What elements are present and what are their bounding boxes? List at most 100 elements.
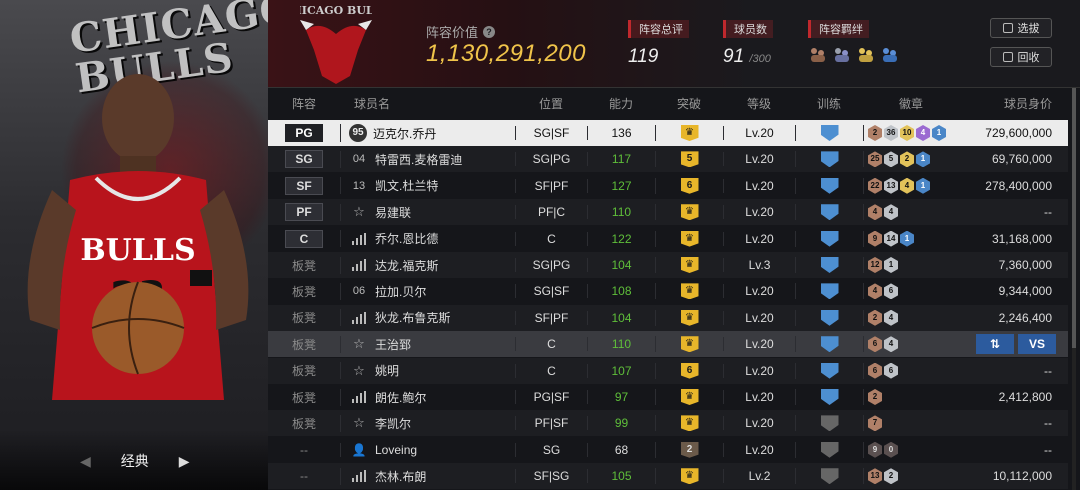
badge-icon: 4 [916,125,930,141]
lineup-screen: CHICAGO BULLS BULLS 23 ◀ 经典 ▶ CHICAGO BU… [0,0,1080,490]
player-level: Lv.20 [723,205,795,220]
bulls-logo-icon: CHICAGO BULLS [300,4,372,84]
stats-bars-icon [349,391,369,403]
breakthrough-icon: 5 [680,151,699,168]
training-icon[interactable] [820,309,839,326]
pick-button[interactable]: 选拔 [990,18,1052,38]
svg-text:BULLS: BULLS [80,233,195,268]
badge-icon: 13 [868,468,882,485]
prev-arrow-icon[interactable]: ◀ [80,453,91,470]
player-value: 10,112,000 [992,469,1052,484]
jersey-number: 13 [352,179,366,192]
training-icon[interactable] [820,389,839,405]
stats-bars-icon [349,470,369,483]
player-ability: 68 [587,442,655,457]
training-icon[interactable] [820,177,839,194]
player-ability: 110 [587,205,655,220]
badge-icon: 36 [884,125,898,141]
lineup-slot-badge: SF [285,176,323,195]
table-row[interactable]: -- 👤 Loveing SG 68 2 Lv.20 90 -- [268,437,1068,463]
player-name[interactable]: 易建联 [375,204,411,221]
table-row[interactable]: PF ☆ 易建联 PF|C 110 ♛ Lv.20 44 -- [268,199,1068,226]
badge-list: 44 [863,204,955,221]
player-value: -- [1044,205,1052,220]
training-icon[interactable] [820,151,839,168]
table-row[interactable]: 板凳 06 拉加.贝尔 SG|SF 108 ♛ Lv.20 46 9,344,00… [268,278,1068,304]
table-row[interactable]: SF 13 凯文.杜兰特 SF|PF 127 6 Lv.20 22 13 4 1 278… [268,173,1068,199]
badge-list: 12 1 [863,257,955,273]
bench-label: 板凳 [291,364,316,379]
star-icon: ☆ [353,415,365,431]
player-name[interactable]: 李凯尔 [375,415,411,432]
player-ability: 105 [587,469,655,484]
table-row[interactable]: 板凳 ☆ 王治郅 C 110 ♛ Lv.20 64 ⇅ VS [268,331,1068,358]
training-icon[interactable] [820,441,839,458]
table-row[interactable]: 板凳 ☆ 李凯尔 PF|SF 99 ♛ Lv.20 7 -- [268,410,1068,437]
player-name[interactable]: 狄龙.布鲁克斯 [375,309,450,326]
player-position: SG|SF [515,126,587,140]
recycle-button[interactable]: 回收 [990,47,1052,67]
training-icon[interactable] [820,336,839,353]
bench-label: 板凳 [291,337,316,352]
bond-blue-icon[interactable] [880,46,900,64]
table-row[interactable]: 板凳 ☆ 姚明 C 107 6 Lv.20 66 -- [268,357,1068,384]
breakthrough-icon: ♛ [680,415,699,432]
table-header: 阵容 球员名 位置 能力 突破 等级 训练 徽章 球员身价 [291,96,1052,111]
badge-icon: 1 [916,151,930,168]
player-position: SG [515,442,587,457]
table-row[interactable]: 板凳 达龙.福克斯 SG|PG 104 ♛ Lv.3 12 1 7,360,000 [268,252,1068,278]
star-icon: ☆ [353,336,365,352]
badge-icon: 2 [868,125,882,141]
table-row[interactable]: SG 04 特雷西.麦格雷迪 SG|PG 117 5 Lv.20 25 5 2 1 69… [268,146,1068,173]
next-arrow-icon[interactable]: ▶ [179,453,190,470]
player-name[interactable]: 达龙.福克斯 [375,257,438,274]
table-row[interactable]: -- 杰林.布朗 SF|SG 105 ♛ Lv.2 13 2 10,112,000 [268,463,1068,490]
table-row[interactable]: C 乔尔.恩比德 C 122 ♛ Lv.20 9 14 1 31,168,000 [268,226,1068,252]
training-icon[interactable] [820,125,839,141]
compare-vs-button[interactable]: VS [1018,334,1056,355]
jersey-number: 04 [352,153,366,166]
swap-button[interactable]: ⇅ [976,334,1014,355]
player-name[interactable]: Loveing [375,443,417,457]
badge-icon: 5 [884,151,898,168]
player-position: C [515,337,587,352]
player-name[interactable]: 拉加.贝尔 [375,283,426,300]
player-value: 7,360,000 [998,258,1052,272]
table-row[interactable]: 板凳 狄龙.布鲁克斯 SF|PF 104 ♛ Lv.20 24 2,246,40… [268,304,1068,331]
training-icon[interactable] [820,283,839,300]
badge-icon: 10 [900,125,914,141]
player-name[interactable]: 凯文.杜兰特 [375,177,438,194]
training-icon[interactable] [820,362,839,379]
player-name[interactable]: 朗佐.鲍尔 [375,389,426,406]
training-icon[interactable] [820,415,839,432]
training-icon[interactable] [820,257,839,273]
stats-bars-icon [349,311,369,324]
training-icon[interactable] [820,230,839,247]
bond-bronze-icon[interactable] [808,46,828,64]
player-name[interactable]: 乔尔.恩比德 [375,230,438,247]
table-row[interactable]: 板凳 朗佐.鲍尔 PG|SF 97 ♛ Lv.20 2 2,412,800 [268,384,1068,410]
player-value: -- [1044,363,1052,378]
player-name[interactable]: 迈克尔.乔丹 [373,125,436,142]
training-icon[interactable] [820,204,839,221]
table-row[interactable]: PG 95 迈克尔.乔丹 SG|SF 136 ♛ Lv.20 2 36 10 4 1 72… [268,120,1068,146]
bond-gold-icon[interactable] [856,46,876,64]
player-name[interactable]: 杰林.布朗 [375,468,426,485]
bond-silver-icon[interactable] [832,46,852,64]
hero-panel: CHICAGO BULLS BULLS 23 ◀ 经典 ▶ [0,0,268,490]
player-level: Lv.20 [723,152,795,167]
player-name[interactable]: 王治郅 [375,336,411,353]
player-ability: 99 [587,416,655,431]
player-value: 9,344,000 [998,284,1052,299]
player-ability: 108 [587,284,655,299]
player-name[interactable]: 姚明 [375,362,399,379]
help-icon[interactable]: ? [483,25,496,38]
training-icon[interactable] [820,468,839,485]
player-count-box: 球员数 91 /300 [723,20,773,68]
lineup-value: 1,130,291,200 [426,40,586,67]
player-ability: 136 [587,126,655,140]
table-scrollbar[interactable] [1072,88,1076,490]
player-ability: 107 [587,363,655,378]
player-level: Lv.20 [723,284,795,299]
player-name[interactable]: 特雷西.麦格雷迪 [375,151,462,168]
